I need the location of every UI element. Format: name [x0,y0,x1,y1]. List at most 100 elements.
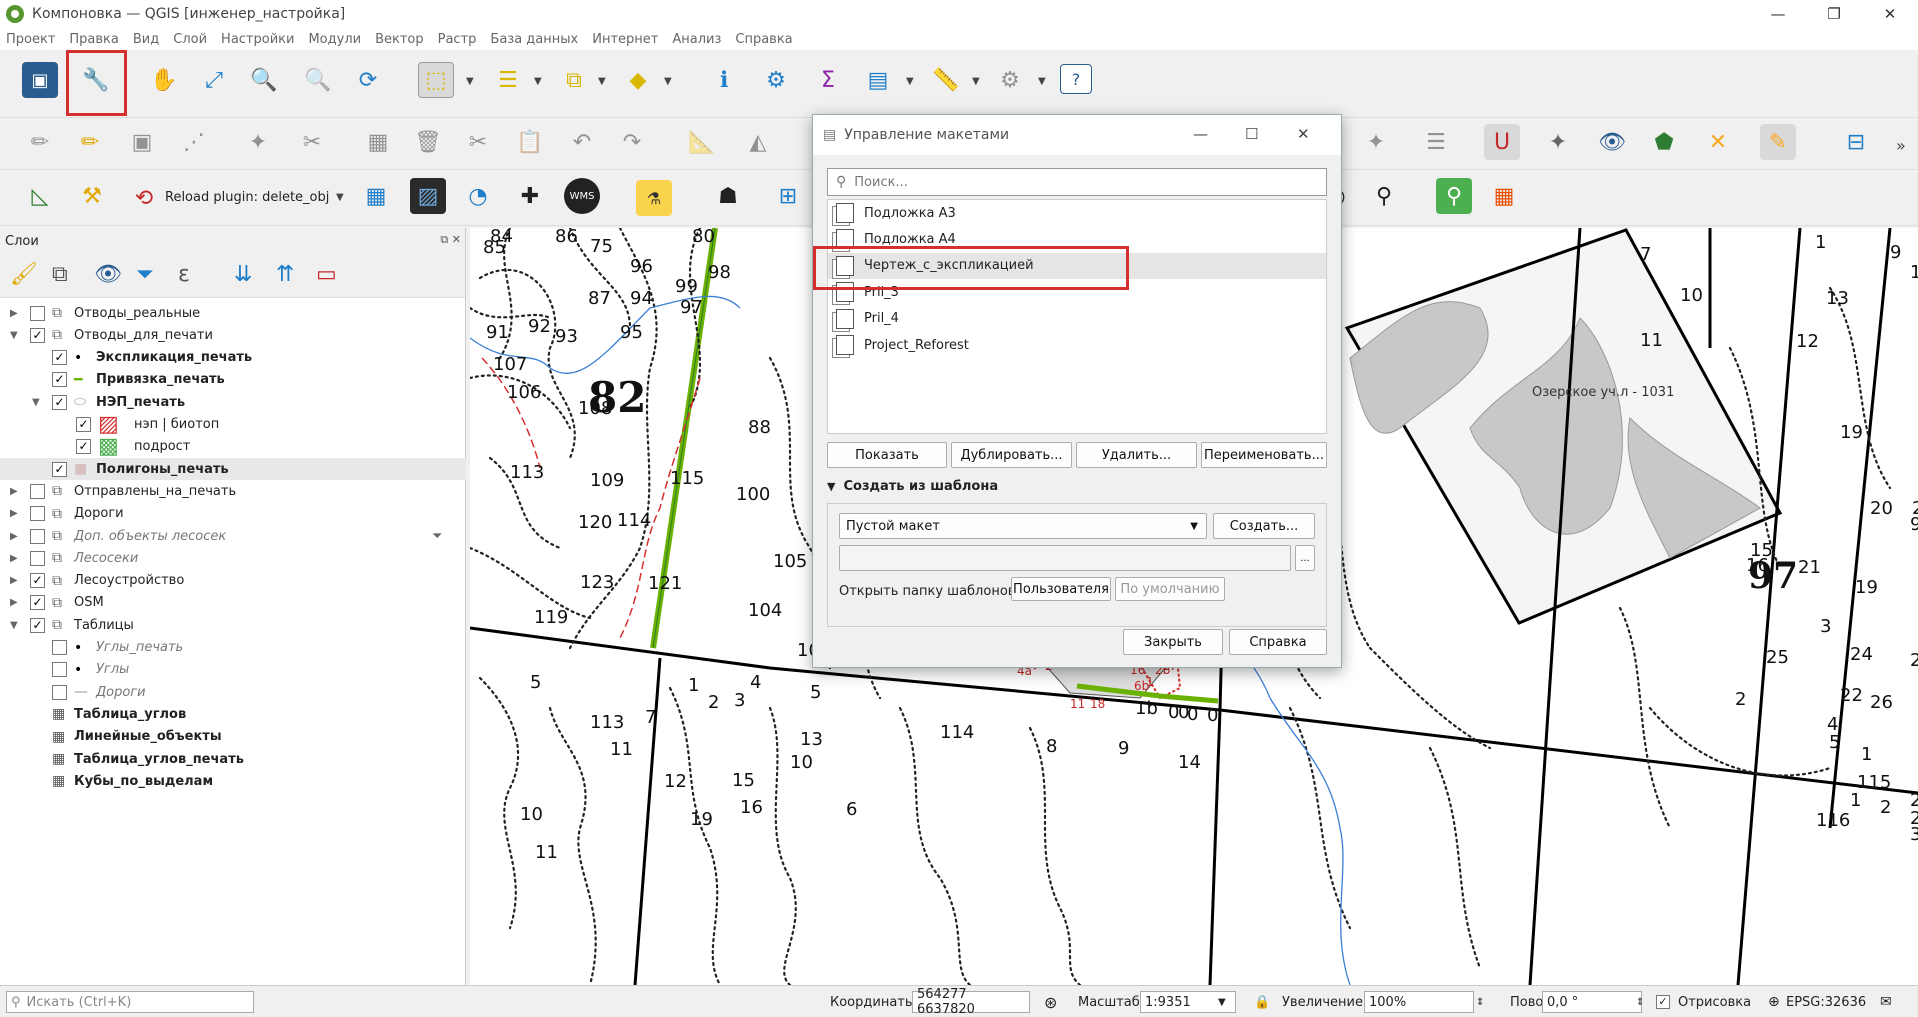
remove-layer-icon[interactable]: ▭ [316,262,337,287]
select-attributes-icon[interactable]: ☰ [490,62,526,98]
layer-checkbox[interactable]: ✓ [30,595,45,611]
menu-layer[interactable]: Слой [173,32,207,47]
crs-label[interactable]: EPSG:32636 [1786,991,1866,1013]
collapse-arrow-icon[interactable]: ▶ [10,308,18,319]
modify-attributes-icon[interactable]: ▦ [360,124,396,160]
eye-icon[interactable]: 👁 [94,262,122,287]
eye-icon[interactable]: 👁 [1594,124,1630,160]
message-log-icon[interactable]: ✉ [1880,991,1892,1013]
zoom-full-icon[interactable]: ⤢ [196,62,232,98]
chevron-down-icon[interactable]: ▼ [972,76,980,87]
collapse-all-icon[interactable]: ⇈ [276,262,294,287]
chevron-down-icon[interactable]: ▼ [906,76,914,87]
snapping-magnet-icon[interactable]: U [1484,124,1520,160]
template-select[interactable]: Пустой макет ▼ [839,513,1207,539]
paste-icon[interactable]: 📋 [512,124,548,160]
close-button[interactable]: ✕ [1862,0,1918,28]
collapse-arrow-icon[interactable]: ▶ [10,575,18,586]
create-button[interactable]: Создать... [1213,513,1315,539]
browse-button[interactable]: ... [1295,545,1315,571]
edit-pencil-icon[interactable]: ✏ [22,124,58,160]
layer-row[interactable]: ▼ ✓ ⧉ Таблицы [0,614,466,636]
measure-angle-icon[interactable]: 📐 [684,124,720,160]
layer-row[interactable]: ✓ ▨ нэп | биотоп [0,412,466,437]
panel-float-close-icon[interactable]: ⧉ ✕ [440,233,461,247]
rotation-field[interactable]: 0,0 ° [1542,991,1642,1013]
delete-button[interactable]: Удалить... [1076,442,1197,468]
layer-row[interactable]: ▶ ⧉ Дороги [0,503,466,525]
vertex-tool-icon[interactable]: ✂ [294,124,330,160]
save-edits-icon[interactable]: ▣ [124,124,160,160]
template-path-field[interactable] [839,545,1291,571]
duplicate-button[interactable]: Дублировать... [951,442,1072,468]
chevron-down-icon[interactable]: ▼ [598,76,606,87]
layer-row[interactable]: ▦ Кубы_по_выделам [0,770,466,792]
filter-icon[interactable]: ⏷ [432,529,442,544]
layout-list-item[interactable]: Подложка А3 [828,200,1326,226]
topology-icon[interactable]: ⬟ [1646,124,1682,160]
reload-plugin-label[interactable]: Reload plugin: delete_obj [165,190,329,205]
undo-icon[interactable]: ↶ [564,124,600,160]
layer-row[interactable]: — Дороги [0,681,466,703]
label-tool-icon[interactable]: ✦ [1358,124,1394,160]
template-section-header[interactable]: ▼ Создать из шаблона [827,479,998,494]
collapse-arrow-icon[interactable]: ▶ [10,508,18,519]
menu-database[interactable]: База данных [490,32,578,47]
minimize-button[interactable]: — [1750,0,1806,28]
deselect-icon[interactable]: ⧉ [556,62,592,98]
layer-row[interactable]: ▶ ✓ ⧉ Лесоустройство [0,570,466,592]
delete-icon[interactable]: 🗑 [410,124,446,160]
measure-icon[interactable]: 📏 [928,62,964,98]
grid-icon[interactable]: ▦ [358,178,394,214]
menu-web[interactable]: Интернет [592,32,658,47]
select-location-icon[interactable]: ◆ [620,62,656,98]
layer-row[interactable]: ▶ ✓ ⧉ OSM [0,592,466,614]
layer-checkbox[interactable]: ✓ [52,394,67,410]
python-icon[interactable]: ⚗ [636,180,672,216]
layer-row[interactable]: ▶ ⧉ Лесосеки [0,547,466,569]
menu-project[interactable]: Проект [6,32,55,47]
chevron-down-icon[interactable]: ▼ [534,76,542,87]
menu-plugins[interactable]: Модули [308,32,361,47]
shape-tools-icon[interactable]: ◭ [740,124,776,160]
menu-raster[interactable]: Растр [438,32,477,47]
align-icon[interactable]: ☰ [1418,124,1454,160]
chevron-down-icon[interactable]: ▼ [466,76,474,87]
zoom-selection-icon[interactable]: 🔍 [300,62,336,98]
layer-row[interactable]: ▼ ✓ ⧉ Отводы_для_печати [0,324,466,346]
intersection-icon[interactable]: ✕ [1700,124,1736,160]
palette-icon[interactable]: ▦ [1486,178,1522,214]
menu-vector[interactable]: Вектор [375,32,424,47]
expand-all-icon[interactable]: ⇊ [234,262,252,287]
search-map-icon[interactable]: ⚲ [1436,178,1472,214]
chevron-down-icon[interactable]: ▼ [1038,76,1046,87]
dialog-minimize-button[interactable]: — [1193,125,1208,143]
route-icon[interactable]: ⚲ [1366,178,1402,214]
layout-list-item[interactable]: Pril_4 [828,306,1326,332]
expand-arrow-icon[interactable]: ▼ [10,330,18,341]
expand-arrow-icon[interactable]: ▼ [10,620,18,631]
hammer-icon[interactable]: ⚒ [74,178,110,214]
layer-row[interactable]: ✓ ■ Полигоны_печать [0,458,466,481]
wms-icon[interactable]: WMS [564,178,600,214]
puzzle-icon[interactable]: ✚ [512,178,548,214]
pan-icon[interactable]: ✋ [146,62,182,98]
pie-icon[interactable]: ◔ [460,178,496,214]
lock-icon[interactable]: 🔒 [1254,991,1270,1013]
save-icon[interactable]: ▣ [22,62,58,98]
stepper-icon[interactable]: ⇕ [1636,991,1644,1013]
dock-icon[interactable]: ⊟ [1838,124,1874,160]
add-group-icon[interactable]: ⧉ [52,262,68,287]
overflow-chevron-icon[interactable]: » [1896,136,1906,155]
menu-edit[interactable]: Правка [69,32,118,47]
layer-checkbox[interactable] [30,506,45,522]
layer-row[interactable]: ✓ ▩ подрост [0,434,466,459]
layer-checkbox[interactable] [30,483,45,499]
layer-row[interactable]: ▶ ⧉ Доп. объекты лесосек ⏷ [0,525,466,547]
expression-icon[interactable]: ε [178,262,190,287]
layer-checkbox[interactable]: ✓ [76,417,91,432]
layer-checkbox[interactable]: ✓ [30,617,45,633]
layer-checkbox[interactable] [30,550,45,566]
raster-icon[interactable]: ▨ [410,178,446,214]
dialog-maximize-button[interactable]: ☐ [1245,125,1258,143]
